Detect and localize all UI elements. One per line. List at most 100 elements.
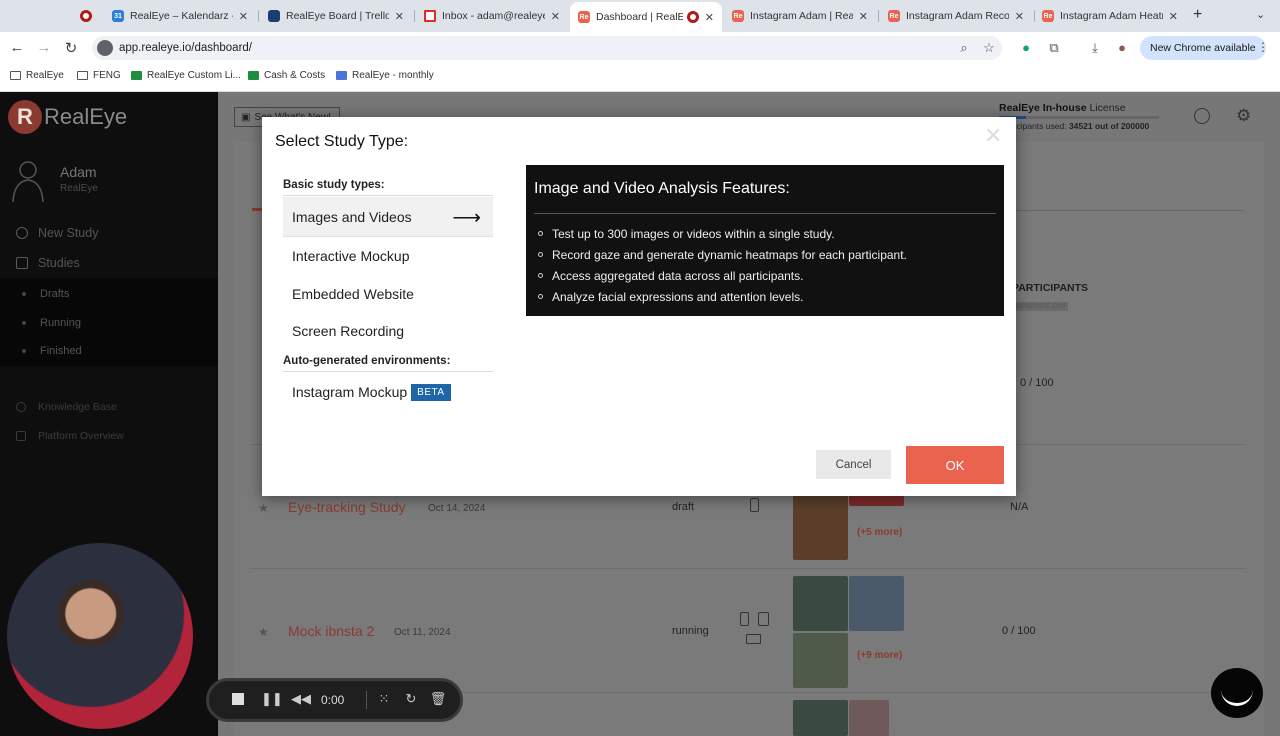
tab-trello[interactable]: RealEye Board | Trello ✕	[260, 4, 412, 28]
divider	[534, 213, 996, 214]
forward-icon[interactable]: →	[35, 39, 53, 56]
tab-instagram-adam[interactable]: Re Instagram Adam | RealE ✕	[724, 4, 876, 28]
sidebar-item-knowledge-base[interactable]: Knowledge Base	[16, 401, 117, 413]
study-name-link[interactable]: Mock ibnsta 2	[288, 623, 374, 639]
star-icon[interactable]: ★	[258, 501, 269, 515]
tablet-device-icon	[758, 612, 769, 626]
study-thumbnail	[849, 576, 904, 631]
close-icon[interactable]: ✕	[551, 10, 560, 23]
close-icon[interactable]: ✕	[395, 10, 404, 23]
close-icon[interactable]: ✕	[239, 10, 248, 23]
tab-divider	[258, 10, 259, 22]
gmail-icon	[424, 10, 436, 22]
feature-item: Record gaze and generate dynamic heatmap…	[534, 244, 907, 265]
sheets-icon	[131, 71, 142, 80]
study-name-link[interactable]: Eye-tracking Study	[288, 499, 406, 515]
sidebar-item-drafts[interactable]: Drafts	[22, 288, 69, 300]
gear-icon[interactable]: ⚙	[1236, 106, 1251, 126]
url-text: app.realeye.io/dashboard/	[119, 42, 252, 54]
cancel-button[interactable]: Cancel	[816, 450, 891, 479]
profile-avatar[interactable]: ●	[1114, 40, 1130, 55]
tab-divider	[878, 10, 879, 22]
tab-calendar[interactable]: 31 RealEye – Kalendarz - T ✕	[104, 4, 256, 28]
close-icon[interactable]: ✕	[705, 11, 714, 24]
tab-title: Dashboard | RealEye	[596, 11, 683, 23]
study-thumbnail	[793, 633, 848, 688]
folder-icon	[77, 71, 88, 80]
generate-csv-button[interactable]: GENERATE CSV	[1012, 302, 1069, 311]
tab-search-icon[interactable]: ⌄	[1256, 8, 1265, 21]
home-icon	[16, 257, 28, 269]
tab-gmail[interactable]: Inbox - adam@realeye.i ✕	[416, 4, 568, 28]
table-row[interactable]: ★ Mock ibnsta 2 Oct 11, 2024 running (+9…	[250, 576, 1246, 688]
sidebar-item-new-study[interactable]: New Study	[16, 226, 98, 240]
close-icon[interactable]: ✕	[1015, 10, 1024, 23]
bookmark-cash-costs[interactable]: Cash & Costs	[248, 70, 325, 81]
gear-icon	[16, 402, 26, 412]
site-info-icon[interactable]	[97, 40, 113, 56]
update-chrome-button[interactable]: New Chrome available	[1140, 36, 1266, 60]
option-instagram-mockup[interactable]: Instagram Mockup BETA	[283, 372, 493, 412]
bookmark-custom-licenses[interactable]: RealEye Custom Li...	[131, 70, 241, 81]
download-icon[interactable]: ⤓	[1087, 40, 1103, 56]
reload-icon[interactable]: ↻	[62, 39, 80, 57]
tab-instagram-record[interactable]: Re Instagram Adam Record ✕	[880, 4, 1032, 28]
bookmark-feng[interactable]: FENG	[77, 70, 121, 81]
address-bar[interactable]: app.realeye.io/dashboard/	[92, 36, 1002, 60]
restart-icon[interactable]: ↻	[402, 691, 420, 707]
bullet-icon	[22, 321, 26, 325]
option-interactive-mockup[interactable]: Interactive Mockup	[283, 236, 493, 276]
bookmark-realeye[interactable]: RealEye	[10, 70, 64, 81]
stop-icon[interactable]	[229, 691, 247, 708]
menu-icon[interactable]: ⋮	[1257, 40, 1269, 54]
sidebar-item-running[interactable]: Running	[22, 317, 81, 329]
tab-recording[interactable]	[72, 4, 100, 28]
license-used-value: 34521 out of 200000	[1068, 121, 1150, 131]
bookmark-label: RealEye Custom Li...	[147, 70, 241, 81]
globe-icon[interactable]	[1194, 108, 1210, 124]
option-images-and-videos[interactable]: Images and Videos ⟶	[283, 197, 493, 237]
bookmark-monthly[interactable]: RealEye - monthly	[336, 70, 434, 81]
bookmark-label: FENG	[93, 70, 121, 81]
realeye-logo[interactable]: R RealEye	[8, 100, 127, 134]
option-embedded-website[interactable]: Embedded Website	[283, 274, 493, 314]
close-icon[interactable]: ✕	[1169, 10, 1178, 23]
zoom-icon[interactable]: ⌕	[956, 40, 972, 56]
sidebar-item-finished[interactable]: Finished	[22, 345, 82, 357]
more-images-link[interactable]: (+5 more)	[857, 527, 902, 538]
more-images-link[interactable]: (+9 more)	[857, 650, 902, 661]
sidebar-item-platform-overview[interactable]: Platform Overview	[16, 430, 124, 442]
pause-icon[interactable]: ❚❚	[261, 691, 283, 707]
bullet-icon	[538, 273, 543, 278]
drag-handle-icon[interactable]: ⁙	[375, 691, 393, 707]
user-avatar[interactable]	[10, 158, 46, 202]
new-tab-icon[interactable]: +	[1193, 6, 1202, 24]
star-icon[interactable]: ★	[258, 625, 269, 639]
option-label: Images and Videos	[292, 208, 412, 225]
sidebar-item-label: Studies	[38, 256, 80, 270]
close-icon[interactable]: ✕	[859, 10, 868, 23]
features-title: Image and Video Analysis Features:	[534, 180, 790, 197]
user-name: Adam	[60, 164, 97, 180]
ok-button[interactable]: OK	[906, 446, 1004, 484]
option-label: Instagram Mockup	[292, 384, 408, 400]
tab-instagram-heatmap[interactable]: Re Instagram Adam Heatm ✕	[1034, 4, 1186, 28]
back-icon[interactable]: ←	[8, 39, 26, 56]
study-status: running	[672, 625, 709, 637]
book-icon	[16, 431, 26, 441]
select-study-type-dialog: Select Study Type: ✕ Basic study types: …	[262, 117, 1016, 496]
grammarly-icon[interactable]: ●	[1018, 40, 1034, 55]
sheets-icon	[248, 71, 259, 80]
tab-dashboard[interactable]: Re Dashboard | RealEye ✕	[570, 2, 722, 32]
user-org: RealEye	[60, 183, 98, 194]
beta-badge: BETA	[411, 383, 451, 401]
extensions-icon[interactable]: ⧉	[1046, 40, 1062, 56]
option-screen-recording[interactable]: Screen Recording	[283, 311, 493, 351]
realeye-icon: Re	[732, 10, 744, 22]
close-icon[interactable]: ✕	[984, 125, 1002, 147]
sidebar-item-studies[interactable]: Studies	[16, 256, 80, 270]
trash-icon[interactable]: 🗑	[429, 691, 447, 707]
rewind-icon[interactable]: ◀◀	[291, 691, 311, 707]
sidebar-item-label: Finished	[40, 345, 82, 357]
bookmark-star-icon[interactable]: ☆	[981, 40, 997, 56]
